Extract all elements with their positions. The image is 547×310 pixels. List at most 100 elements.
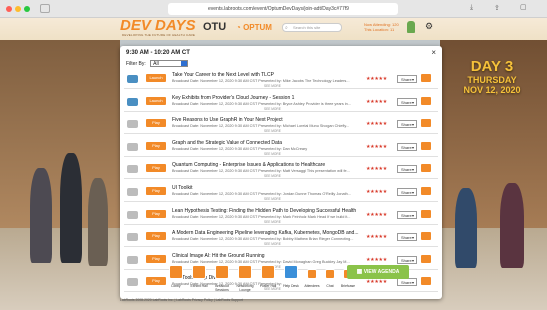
session-action-button[interactable]: Play xyxy=(146,232,166,241)
session-title[interactable]: Clinical Image AI: Hit the Ground Runnin… xyxy=(172,253,360,259)
session-action-button[interactable]: Play xyxy=(146,119,166,128)
session-row: Play Quantum Computing - Enterprise Issue… xyxy=(124,160,438,180)
briefcase-add-icon[interactable] xyxy=(421,119,431,128)
briefcase-add-icon[interactable] xyxy=(421,232,431,241)
attendees-icon[interactable] xyxy=(307,269,317,279)
session-title[interactable]: Key Exhibits from Provider's Cloud Journ… xyxy=(172,95,360,101)
help-desk-icon[interactable] xyxy=(284,265,298,279)
breakout-sessions-icon[interactable] xyxy=(215,265,229,279)
search-input[interactable]: ⌕ Search this site xyxy=(282,23,342,32)
session-title[interactable]: Quantum Computing - Enterprise Issues & … xyxy=(172,162,360,168)
maximize-window-icon[interactable] xyxy=(24,6,30,12)
session-action-button[interactable]: Play xyxy=(146,187,166,195)
attendee-figure xyxy=(500,183,524,268)
briefcase-add-icon[interactable] xyxy=(421,187,431,195)
session-title[interactable]: Graph and the Strategic Value of Connect… xyxy=(172,140,360,146)
see-more-link[interactable]: SEE MORE xyxy=(264,197,281,201)
briefcase-add-icon[interactable] xyxy=(421,209,431,218)
rating-stars[interactable]: ★★★★★ xyxy=(366,166,387,172)
see-more-link[interactable]: SEE MORE xyxy=(264,174,281,178)
session-row: Play Graph and the Strategic Value of Con… xyxy=(124,138,438,157)
session-title[interactable]: UI Toolkit xyxy=(172,185,360,191)
see-more-link[interactable]: SEE MORE xyxy=(264,242,281,246)
share-dropdown[interactable]: Share ▾ xyxy=(397,165,417,174)
rating-stars[interactable]: ★★★★★ xyxy=(366,279,387,285)
session-description: Broadcast Date: November 12, 2020 9:30 A… xyxy=(172,146,308,151)
chevron-down-icon: ▾ xyxy=(411,122,414,128)
see-more-link[interactable]: SEE MORE xyxy=(264,84,281,88)
chevron-down-icon: ▾ xyxy=(411,99,414,105)
briefcase-add-icon[interactable] xyxy=(421,254,431,263)
footer: LabRoots 2008-2020 LabRoots Inc. | LabRo… xyxy=(120,298,243,302)
session-list: Launch Take Your Career to the Next Level… xyxy=(124,70,438,296)
session-title[interactable]: Lean Hypothesis Testing: Finding the Hid… xyxy=(172,208,360,214)
close-icon[interactable]: × xyxy=(431,48,436,57)
see-more-link[interactable]: SEE MORE xyxy=(264,107,281,111)
networking-lounge-icon[interactable] xyxy=(238,265,252,279)
lobby-icon[interactable] xyxy=(169,265,183,279)
rating-stars[interactable]: ★★★★★ xyxy=(366,257,387,263)
attendee-figure xyxy=(88,178,108,266)
share-dropdown[interactable]: Share ▾ xyxy=(397,75,417,83)
dock-label: Lobby xyxy=(171,284,181,288)
modal-title: 9:30 AM - 10:20 AM CT xyxy=(126,50,190,56)
briefcase-add-icon[interactable] xyxy=(421,74,431,82)
calendar-icon: ▦ xyxy=(356,269,363,275)
share-dropdown[interactable]: Share ▾ xyxy=(397,188,417,196)
share-dropdown[interactable]: Share ▾ xyxy=(397,278,417,287)
view-agenda-button[interactable]: ▦ VIEW AGENDA xyxy=(347,265,409,279)
see-more-link[interactable]: SEE MORE xyxy=(264,129,281,133)
chat-icon[interactable] xyxy=(325,269,335,279)
rating-stars[interactable]: ★★★★★ xyxy=(366,144,387,150)
session-action-button[interactable]: Play xyxy=(146,209,166,218)
session-title[interactable]: A Modern Data Engineering Pipeline lever… xyxy=(172,230,360,236)
optum-logo: ◔ OPTUM xyxy=(236,23,272,32)
briefcase-add-icon[interactable] xyxy=(421,164,431,173)
share-browser-icon[interactable]: ⇪ xyxy=(494,4,500,12)
session-description: Broadcast Date: November 12, 2020 9:30 A… xyxy=(172,169,350,174)
briefcase-add-icon[interactable] xyxy=(421,277,431,286)
session-action-button[interactable]: Play xyxy=(146,254,166,263)
poster-hall-icon[interactable] xyxy=(261,265,275,279)
rating-stars[interactable]: ★★★★★ xyxy=(366,212,387,218)
share-dropdown[interactable]: Share ▾ xyxy=(397,210,417,219)
session-title[interactable]: Take Your Career to the Next Level with … xyxy=(172,72,360,78)
session-action-button[interactable]: Play xyxy=(146,164,166,173)
url-bar[interactable]: events.labroots.com/event/OptumDevDays/j… xyxy=(168,3,398,15)
session-thumbnail-icon xyxy=(127,75,138,83)
user-avatar[interactable] xyxy=(407,21,415,33)
rating-stars[interactable]: ★★★★★ xyxy=(366,76,387,82)
attendee-figure xyxy=(30,168,52,263)
minimize-window-icon[interactable] xyxy=(15,6,21,12)
session-action-button[interactable]: Launch xyxy=(146,96,166,105)
dock-label: Chat xyxy=(326,284,334,288)
chevron-down-icon: ▾ xyxy=(411,77,414,82)
filter-select[interactable]: All xyxy=(150,60,189,67)
site-header: DEV DAYS DEVELOPING THE FUTURE OF HEALTH… xyxy=(0,17,547,40)
share-dropdown[interactable]: Share ▾ xyxy=(397,142,417,151)
see-more-link[interactable]: SEE MORE xyxy=(264,220,281,224)
rating-stars[interactable]: ★★★★★ xyxy=(366,99,387,105)
session-action-button[interactable]: Launch xyxy=(146,74,166,82)
rating-stars[interactable]: ★★★★★ xyxy=(366,234,387,240)
see-more-link[interactable]: SEE MORE xyxy=(264,152,281,156)
tabs-overview-icon[interactable]: ▢ xyxy=(520,3,527,11)
session-action-button[interactable]: Play xyxy=(146,141,166,150)
rating-stars[interactable]: ★★★★★ xyxy=(366,121,387,127)
share-dropdown[interactable]: Share ▾ xyxy=(397,233,417,242)
share-dropdown[interactable]: Share ▾ xyxy=(397,97,417,106)
exhibit-hall-icon[interactable] xyxy=(192,265,206,279)
session-row: Launch Take Your Career to the Next Level… xyxy=(124,70,438,89)
briefcase-add-icon[interactable] xyxy=(421,141,431,150)
briefcase-add-icon[interactable] xyxy=(421,96,431,105)
session-title[interactable]: Five Reasons to Use GraphR in Your Next … xyxy=(172,117,360,123)
sidebar-toggle-icon[interactable] xyxy=(40,4,50,13)
chevron-down-icon: ▾ xyxy=(411,235,414,241)
share-dropdown[interactable]: Share ▾ xyxy=(397,255,417,264)
download-icon[interactable]: ⤓ xyxy=(470,4,473,12)
share-dropdown[interactable]: Share ▾ xyxy=(397,120,417,129)
close-window-icon[interactable] xyxy=(6,6,12,12)
settings-gear-icon[interactable]: ⚙ xyxy=(425,21,433,32)
filter-label: Filter By: xyxy=(126,61,146,67)
rating-stars[interactable]: ★★★★★ xyxy=(366,189,387,195)
